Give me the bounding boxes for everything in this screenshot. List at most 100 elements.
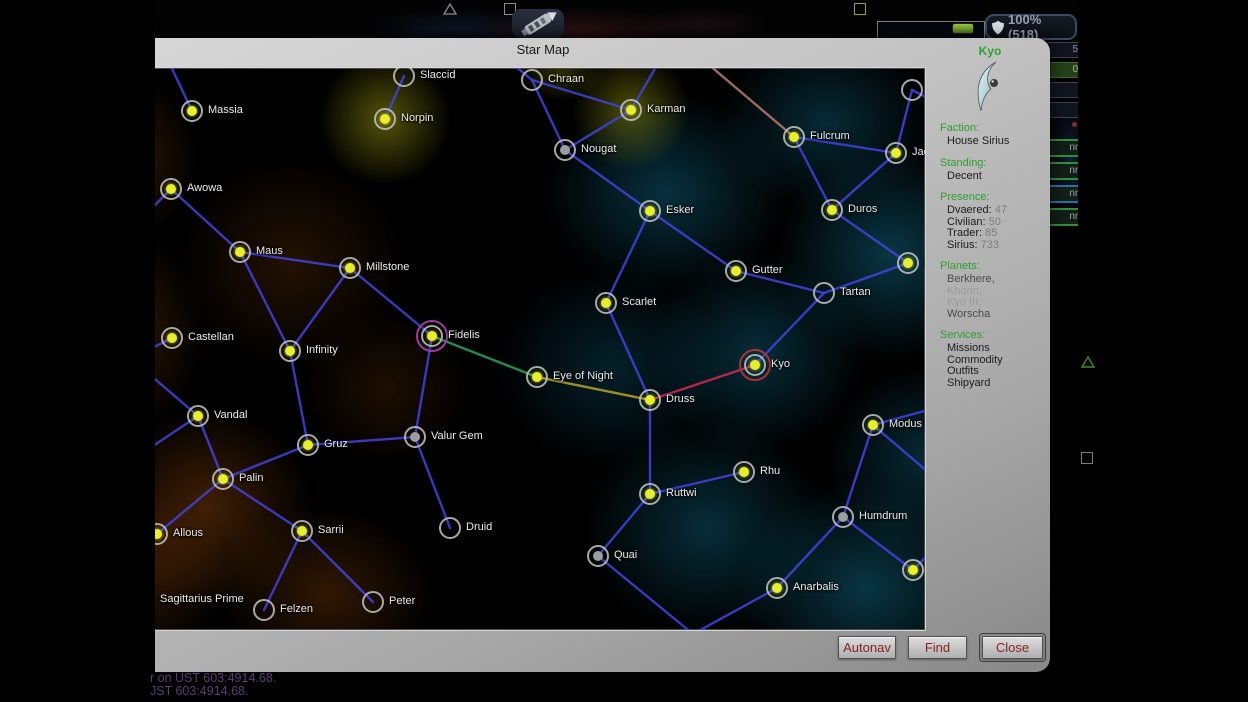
system-dot	[193, 411, 203, 421]
map-system-rhu[interactable]: Rhu	[733, 461, 755, 483]
map-system-sagittarius-prime[interactable]: Sagittarius Prime	[160, 589, 244, 607]
map-system-felzen[interactable]: Felzen	[253, 599, 275, 621]
faction-header: Faction:	[930, 123, 1050, 134]
map-system-modus-m[interactable]: Modus M	[862, 414, 884, 436]
radar-triangle-icon	[443, 3, 457, 15]
map-system-scarlet[interactable]: Scarlet	[595, 292, 617, 314]
map-system-valur-gem[interactable]: Valur Gem	[404, 426, 426, 448]
system-label: Gruz	[324, 438, 348, 450]
close-button[interactable]: Close	[982, 636, 1043, 659]
map-system-druid[interactable]: Druid	[439, 517, 461, 539]
map-system-fidelis[interactable]: Fidelis	[421, 325, 443, 347]
system-dot	[235, 247, 245, 257]
system-dot	[772, 583, 782, 593]
map-system-maus[interactable]: Maus	[229, 241, 251, 263]
system-dot	[532, 372, 542, 382]
system-dot	[827, 205, 837, 215]
system-label: Gutter	[752, 264, 783, 276]
map-system-unnamed[interactable]	[901, 79, 923, 101]
radar-green-triangle-icon	[1081, 356, 1095, 368]
service-item: Missions	[947, 343, 1050, 355]
system-dot	[731, 266, 741, 276]
map-system-castellan[interactable]: Castellan	[161, 327, 183, 349]
map-system-nougat[interactable]: Nougat	[554, 139, 576, 161]
map-system-eye-of-night[interactable]: Eye of Night	[526, 366, 548, 388]
presence-row: Sirius: 733	[947, 240, 1050, 252]
radar-gray-square-icon	[1081, 452, 1093, 464]
letterbox-right	[1078, 0, 1248, 702]
map-system-humdrum[interactable]: Humdrum	[832, 506, 854, 528]
system-label: Norpin	[401, 112, 433, 124]
system-label: Valur Gem	[431, 430, 483, 442]
map-system-gutter[interactable]: Gutter	[725, 260, 747, 282]
map-system-sarrii[interactable]: Sarrii	[291, 520, 313, 542]
system-label: Eye of Night	[553, 370, 613, 382]
system-label: Duros	[848, 203, 877, 215]
map-system-norpin[interactable]: Norpin	[374, 108, 396, 130]
planet-item: Worscha	[947, 309, 1050, 321]
map-system-massia[interactable]: Massia	[181, 100, 203, 122]
system-dot	[218, 474, 228, 484]
map-system-jac[interactable]: Jac	[885, 142, 907, 164]
map-system-peter[interactable]: Peter	[362, 591, 384, 613]
system-label: Fidelis	[448, 329, 480, 341]
map-system-kyo[interactable]: Kyo	[744, 354, 766, 376]
system-label: F	[924, 256, 925, 268]
system-dot	[908, 565, 918, 575]
system-dot	[838, 512, 848, 522]
system-dot	[410, 432, 420, 442]
system-dot	[593, 551, 603, 561]
map-system-awowa[interactable]: Awowa	[160, 178, 182, 200]
planet-item: Kyo III,	[947, 297, 1050, 309]
map-system-tartan[interactable]: Tartan	[813, 282, 835, 304]
system-dot	[645, 489, 655, 499]
map-system-infinity[interactable]: Infinity	[279, 340, 301, 362]
map-system-druss[interactable]: Druss	[639, 389, 661, 411]
system-label: Peter	[389, 595, 415, 607]
map-system-gruz[interactable]: Gruz	[297, 434, 319, 456]
system-label: Nougat	[581, 143, 616, 155]
autonav-button[interactable]: Autonav	[838, 636, 896, 659]
map-system-quai[interactable]: Quai	[587, 545, 609, 567]
map-system-esker[interactable]: Esker	[639, 200, 661, 222]
system-label: Esker	[666, 204, 694, 216]
system-dot	[560, 145, 570, 155]
system-dot	[527, 75, 537, 85]
map-system-f[interactable]: F	[897, 252, 919, 274]
system-label: Kyo	[771, 358, 790, 370]
system-label: Maus	[256, 245, 283, 257]
map-system-karman[interactable]: Karman	[620, 99, 642, 121]
system-dot	[750, 360, 760, 370]
system-label: Tartan	[840, 286, 871, 298]
system-label: Fulcrum	[810, 130, 850, 142]
map-system-anarbalis[interactable]: Anarbalis	[766, 577, 788, 599]
planets-header: Planets:	[930, 261, 1050, 272]
system-dot	[903, 258, 913, 268]
map-system-duros[interactable]: Duros	[821, 199, 843, 221]
house-sirius-logo-icon	[930, 61, 1050, 113]
star-map-view[interactable]: Massia Slaccid Norpin Chraan Karman Nougat Ful…	[56, 68, 925, 630]
faction-value: House Sirius	[930, 136, 1050, 148]
system-dot	[789, 132, 799, 142]
map-system-fulcrum[interactable]: Fulcrum	[783, 126, 805, 148]
services-list: MissionsCommodityOutfitsShipyard	[930, 343, 1050, 389]
map-system-palin[interactable]: Palin	[212, 468, 234, 490]
dialog-title[interactable]: Star Map	[36, 38, 1050, 60]
map-system-slaccid[interactable]: Slaccid	[393, 68, 415, 87]
system-nodes: Massia Slaccid Norpin Chraan Karman Nougat Ful…	[56, 68, 925, 630]
map-system-ruttwi[interactable]: Ruttwi	[639, 483, 661, 505]
system-dot	[297, 526, 307, 536]
shield-icon	[992, 20, 1004, 35]
system-dot	[368, 597, 378, 607]
system-dot	[380, 114, 390, 124]
find-button[interactable]: Find	[908, 636, 967, 659]
system-dot	[303, 440, 313, 450]
system-label: Allous	[173, 527, 203, 539]
map-system-unnamed[interactable]	[902, 559, 924, 581]
map-system-chraan[interactable]: Chraan	[521, 69, 543, 91]
system-dot	[819, 288, 829, 298]
status-led	[952, 23, 974, 34]
map-system-millstone[interactable]: Millstone	[339, 257, 361, 279]
system-label: Vandal	[214, 409, 247, 421]
map-system-vandal[interactable]: Vandal	[187, 405, 209, 427]
